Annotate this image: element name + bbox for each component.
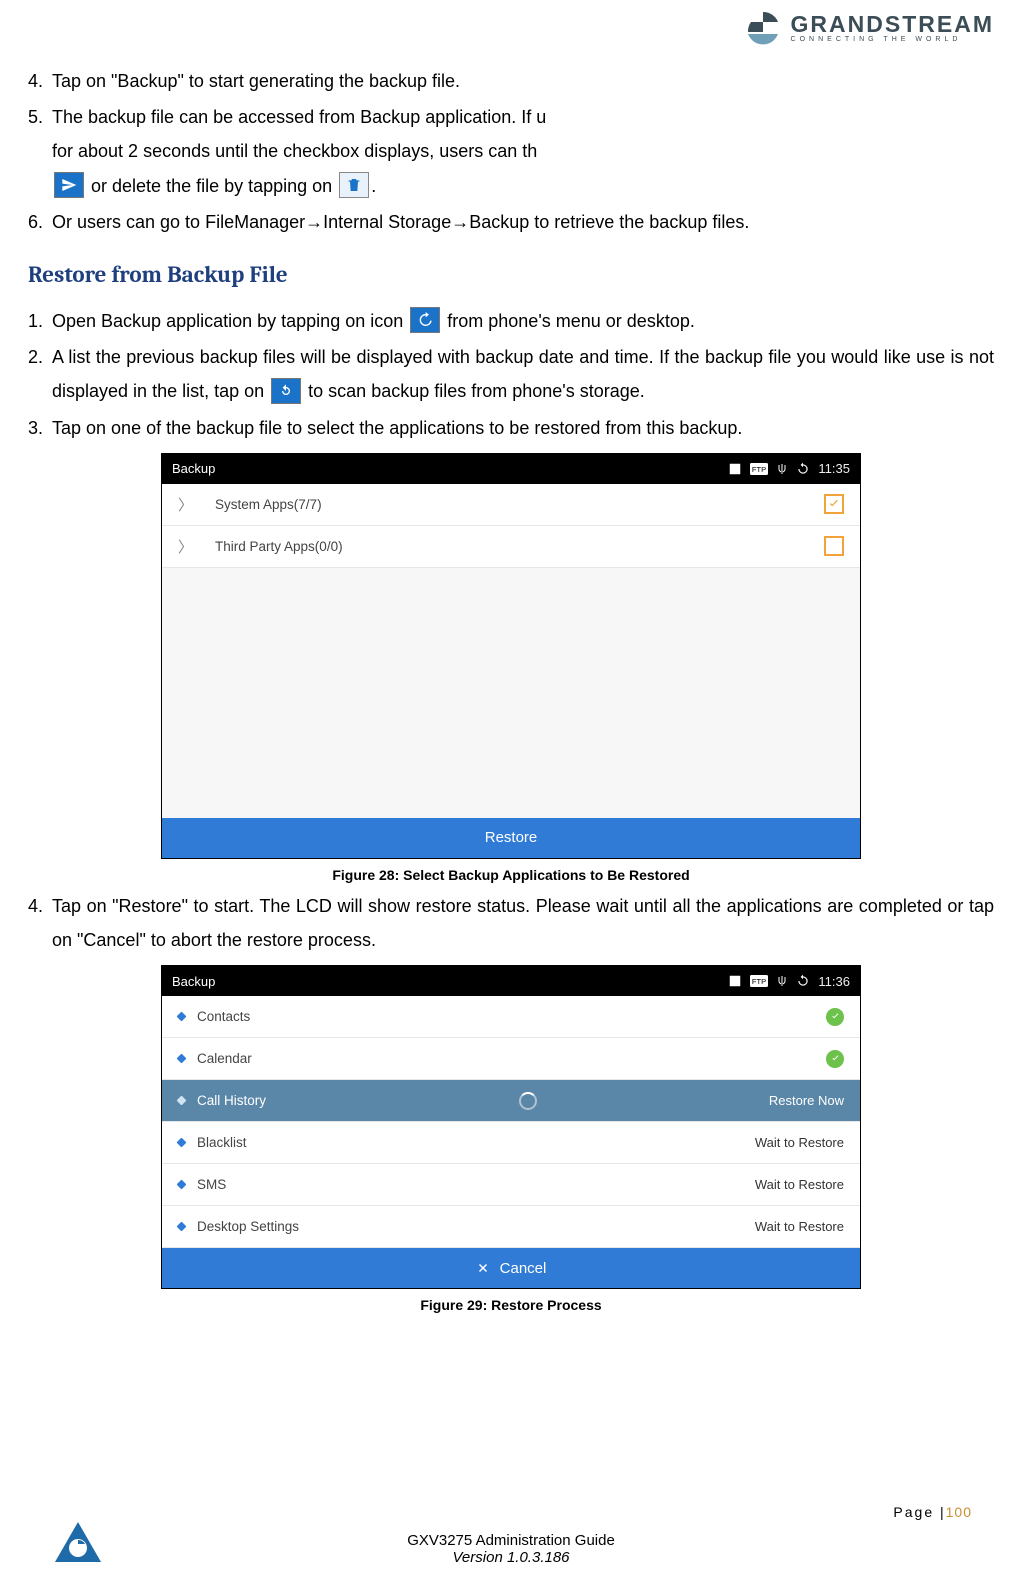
done-badge-icon <box>826 1008 844 1026</box>
figure-caption: Figure 28: Select Backup Applications to… <box>161 867 861 883</box>
text: Tap on "Backup" to start generating the … <box>52 71 460 91</box>
list-item: A list the previous backup files will be… <box>52 340 994 408</box>
row-label: Calendar <box>197 1051 252 1066</box>
text: or delete the file by tapping on <box>91 176 337 196</box>
text: . <box>371 176 376 196</box>
screenshot-row[interactable]: Blacklist Wait to Restore <box>162 1122 860 1164</box>
text: for about 2 seconds until the checkbox d… <box>52 141 537 161</box>
screenshot-time: 11:36 <box>818 974 850 989</box>
page-header: GRANDSTREAM CONNECTING THE WORLD <box>28 0 994 64</box>
screenshot-title: Backup <box>172 974 215 989</box>
svg-text:FTP: FTP <box>752 465 766 474</box>
row-label: Contacts <box>197 1009 250 1024</box>
checkbox-checked-icon[interactable] <box>824 494 844 514</box>
brand-tagline: CONNECTING THE WORLD <box>791 36 994 43</box>
bullet-icon <box>177 1096 187 1106</box>
row-label: Third Party Apps(0/0) <box>215 539 343 554</box>
close-icon <box>476 1261 490 1275</box>
list-item: Tap on "Backup" to start generating the … <box>52 64 994 98</box>
row-status: Wait to Restore <box>755 1177 844 1192</box>
bullet-icon <box>177 1180 187 1190</box>
bullet-icon <box>177 1138 187 1148</box>
psi-icon <box>776 974 788 988</box>
list-item: Or users can go to FileManager→Internal … <box>52 205 994 239</box>
text: Open Backup application by tapping on ic… <box>52 311 408 331</box>
page-number: Page |100 <box>893 1504 972 1520</box>
refresh-small-icon <box>796 974 810 988</box>
refresh-small-icon <box>796 462 810 476</box>
row-status: Restore Now <box>769 1093 844 1108</box>
text: from phone's menu or desktop. <box>447 311 695 331</box>
send-icon <box>54 172 84 198</box>
spinner-icon <box>519 1092 537 1110</box>
ftp-icon: FTP <box>750 975 768 987</box>
psi-icon <box>776 462 788 476</box>
row-status: Wait to Restore <box>755 1219 844 1234</box>
row-label: Blacklist <box>197 1135 247 1150</box>
bullet-icon <box>177 1012 187 1022</box>
text: Tap on one of the backup file to select … <box>52 418 742 438</box>
figure-28: Backup FTP 11:35 〉 System Apps(7/7) 〉 Th… <box>161 453 861 883</box>
cancel-button[interactable]: Cancel <box>162 1248 860 1288</box>
list-item: The backup file can be accessed from Bac… <box>52 100 994 203</box>
brand-logo: GRANDSTREAM CONNECTING THE WORLD <box>745 10 994 46</box>
screenshot-row[interactable]: Contacts <box>162 996 860 1038</box>
screenshot-row-active[interactable]: Call History Restore Now <box>162 1080 860 1122</box>
bullet-icon <box>177 1054 187 1064</box>
screenshot-statusbar: Backup FTP 11:36 <box>162 966 860 996</box>
list-item: Tap on "Restore" to start. The LCD will … <box>52 889 994 957</box>
ordered-list-step4: Tap on "Restore" to start. The LCD will … <box>28 889 994 957</box>
ordered-list-restore: Open Backup application by tapping on ic… <box>28 304 994 445</box>
screenshot-statusbar: Backup FTP 11:35 <box>162 454 860 484</box>
screenshot-row[interactable]: 〉 System Apps(7/7) <box>162 484 860 526</box>
screenshot-title: Backup <box>172 461 215 476</box>
page-footer: Page |100 GXV3275 Administration Guide V… <box>0 1532 1022 1566</box>
restore-button[interactable]: Restore <box>162 818 860 858</box>
bullet-icon <box>177 1222 187 1232</box>
text: Tap on "Restore" to start. The LCD will … <box>52 896 994 950</box>
picture-icon <box>728 974 742 988</box>
screenshot-row[interactable]: Calendar <box>162 1038 860 1080</box>
figure-caption: Figure 29: Restore Process <box>161 1297 861 1313</box>
picture-icon <box>728 462 742 476</box>
screenshot-row[interactable]: 〉 Third Party Apps(0/0) <box>162 526 860 568</box>
screenshot-row[interactable]: Desktop Settings Wait to Restore <box>162 1206 860 1248</box>
figure-29: Backup FTP 11:36 Contacts Calendar Call … <box>161 965 861 1313</box>
screenshot-blank-area <box>162 568 860 818</box>
section-title: Restore from Backup File <box>28 261 994 288</box>
row-status: Wait to Restore <box>755 1135 844 1150</box>
checkbox-unchecked-icon[interactable] <box>824 536 844 556</box>
footer-brand-icon <box>55 1522 101 1566</box>
chevron-right-icon: 〉 <box>178 536 193 557</box>
text: to scan backup files from phone's storag… <box>308 381 645 401</box>
row-label: System Apps(7/7) <box>215 497 322 512</box>
screenshot-row[interactable]: SMS Wait to Restore <box>162 1164 860 1206</box>
refresh-icon <box>271 378 301 404</box>
done-badge-icon <box>826 1050 844 1068</box>
footer-line1: GXV3275 Administration Guide <box>0 1532 1022 1549</box>
ftp-icon: FTP <box>750 463 768 475</box>
text: The backup file can be accessed from Bac… <box>52 107 546 127</box>
trash-icon <box>339 172 369 198</box>
grandstream-icon <box>745 10 781 46</box>
text: Or users can go to FileManager→Internal … <box>52 212 749 232</box>
svg-text:FTP: FTP <box>752 977 766 986</box>
row-label: SMS <box>197 1177 226 1192</box>
footer-line2: Version 1.0.3.186 <box>0 1549 1022 1566</box>
list-item: Tap on one of the backup file to select … <box>52 411 994 445</box>
restore-history-icon <box>410 307 440 333</box>
row-label: Call History <box>197 1093 266 1108</box>
chevron-right-icon: 〉 <box>178 494 193 515</box>
list-item: Open Backup application by tapping on ic… <box>52 304 994 338</box>
screenshot-time: 11:35 <box>818 461 850 476</box>
row-label: Desktop Settings <box>197 1219 299 1234</box>
ordered-list-top: Tap on "Backup" to start generating the … <box>28 64 994 239</box>
brand-name: GRANDSTREAM <box>791 12 994 36</box>
